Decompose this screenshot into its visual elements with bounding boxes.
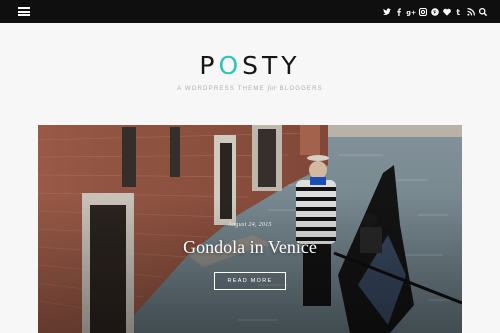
svg-text:g+: g+ bbox=[406, 8, 416, 16]
hamburger-menu-icon[interactable] bbox=[18, 7, 30, 16]
social-links: g+ t bbox=[380, 0, 488, 23]
tagline-start: A WordPress Theme bbox=[177, 86, 265, 92]
read-more-button[interactable]: Read More bbox=[214, 272, 286, 290]
logo-accent-letter: O bbox=[218, 51, 243, 80]
rss-icon[interactable] bbox=[466, 7, 476, 17]
instagram-icon[interactable] bbox=[418, 7, 428, 17]
site-logo[interactable]: POSTY bbox=[0, 53, 500, 79]
top-bar: g+ t bbox=[0, 0, 500, 23]
twitter-icon[interactable] bbox=[382, 7, 392, 17]
tagline-end: Bloggers bbox=[279, 86, 323, 92]
pinterest-icon[interactable] bbox=[430, 7, 440, 17]
post-date: August 24, 2015 bbox=[228, 222, 272, 228]
featured-post-meta: August 24, 2015 Gondola in Venice Read M… bbox=[38, 222, 462, 290]
tagline-for: for bbox=[267, 84, 277, 92]
featured-post[interactable]: August 24, 2015 Gondola in Venice Read M… bbox=[38, 125, 462, 333]
search-icon[interactable] bbox=[478, 7, 488, 17]
tumblr-icon[interactable]: t bbox=[454, 7, 464, 17]
facebook-icon[interactable] bbox=[394, 7, 404, 17]
bloglovin-icon[interactable] bbox=[442, 7, 452, 17]
svg-text:t: t bbox=[456, 8, 460, 17]
post-title[interactable]: Gondola in Venice bbox=[38, 237, 462, 257]
site-tagline: A WordPress Theme for Bloggers bbox=[0, 84, 500, 92]
logo-text-start: P bbox=[199, 51, 219, 80]
google-plus-icon[interactable]: g+ bbox=[406, 7, 416, 17]
logo-text-end: STY bbox=[242, 51, 301, 80]
